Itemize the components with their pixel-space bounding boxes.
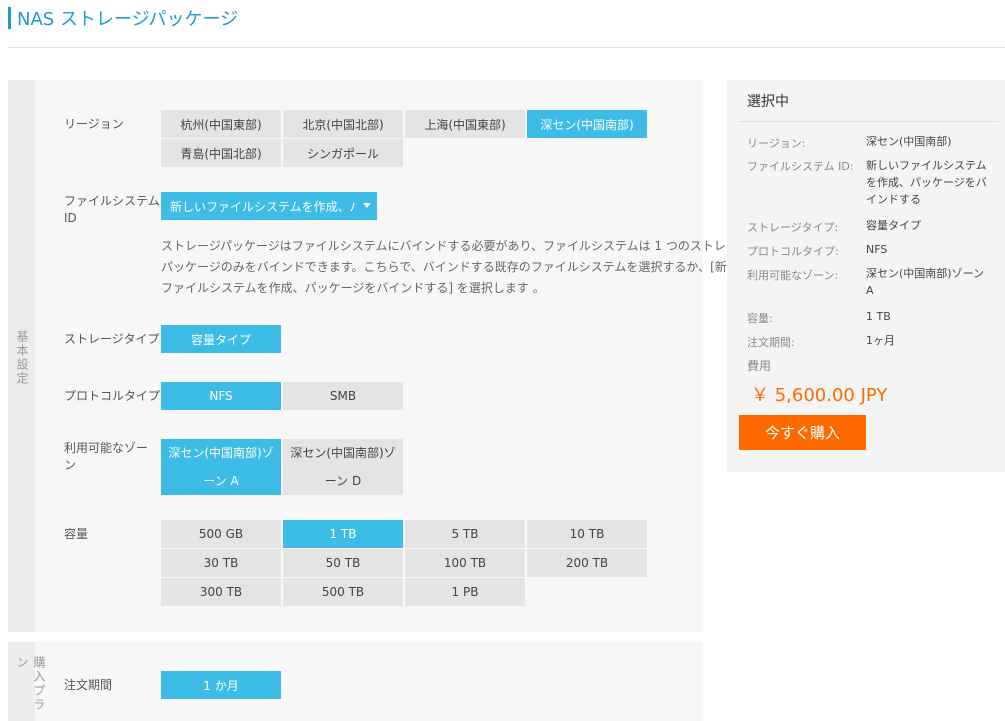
- summary-title: 選択中: [747, 94, 789, 110]
- filesystem-description: ストレージパッケージはファイルシステムにバインドする必要があり、ファイルシステム…: [161, 236, 751, 299]
- summary-divider: [739, 121, 999, 122]
- protocol-label: プロトコルタイプ: [64, 389, 161, 403]
- filesystem-label-line1: ファイルシステム: [64, 194, 160, 208]
- buy-now-button[interactable]: 今すぐ購入: [739, 415, 866, 450]
- storage-type-option-capacity[interactable]: 容量タイプ: [161, 325, 281, 353]
- summary-period-value: 1ヶ月: [866, 334, 895, 347]
- capacity-option-5tb[interactable]: 5 TB: [405, 520, 525, 548]
- capacity-option-1pb[interactable]: 1 PB: [405, 578, 525, 606]
- summary-capacity-value: 1 TB: [866, 310, 891, 323]
- capacity-option-50tb[interactable]: 50 TB: [283, 549, 403, 577]
- summary-region-value: 深セン(中国南部): [866, 135, 952, 148]
- summary-storage-type-value: 容量タイプ: [866, 219, 921, 232]
- summary-region-key: リージョン:: [747, 137, 806, 150]
- capacity-option-500gb[interactable]: 500 GB: [161, 520, 281, 548]
- zone-label-line1: 利用可能なゾー: [64, 441, 149, 455]
- summary-zone-value: 深セン(中国南部)ゾーン A: [866, 267, 985, 297]
- chevron-down-icon: [363, 203, 371, 208]
- header-divider: [8, 47, 1005, 48]
- filesystem-select[interactable]: 新しいファイルシステムを作成、パッケージをバインドする: [161, 192, 377, 220]
- capacity-option-1tb[interactable]: 1 TB: [283, 520, 403, 548]
- summary-protocol-key: プロトコルタイプ:: [747, 245, 839, 258]
- capacity-label: 容量: [64, 527, 89, 541]
- zone-label: 利用可能なゾー ン: [64, 440, 148, 474]
- capacity-option-300tb[interactable]: 300 TB: [161, 578, 281, 606]
- filesystem-select-value: 新しいファイルシステムを作成、パッケージをバインドする: [170, 199, 357, 214]
- capacity-option-10tb[interactable]: 10 TB: [527, 520, 647, 548]
- protocol-option-nfs[interactable]: NFS: [161, 382, 281, 410]
- basic-settings-label: 基本設定: [15, 330, 29, 386]
- capacity-option-500tb[interactable]: 500 TB: [283, 578, 403, 606]
- zone-option-a[interactable]: 深セン(中国南部)ゾーン A: [161, 439, 281, 495]
- capacity-option-200tb[interactable]: 200 TB: [527, 549, 647, 577]
- page-title: NAS ストレージパッケージ: [17, 9, 239, 30]
- capacity-option-100tb[interactable]: 100 TB: [405, 549, 525, 577]
- storage-type-label: ストレージタイプ: [64, 332, 160, 346]
- region-option-hangzhou[interactable]: 杭州(中国東部): [161, 110, 281, 138]
- period-label: 注文期間: [64, 678, 113, 692]
- region-label: リージョン: [64, 117, 124, 131]
- period-option-1month[interactable]: 1 か月: [161, 671, 281, 699]
- purchase-plan-label: 購入プラン: [15, 656, 46, 712]
- filesystem-label: ファイルシステム ID: [64, 193, 160, 227]
- summary-price: ￥ 5,600.00 JPY: [751, 385, 888, 406]
- summary-zone-key: 利用可能なゾーン:: [747, 269, 839, 282]
- page-header: NAS ストレージパッケージ: [8, 6, 238, 30]
- summary-fee-label: 費用: [747, 359, 772, 373]
- purchase-plan-panel: [8, 642, 703, 721]
- region-option-qingdao[interactable]: 青島(中国北部): [161, 139, 281, 167]
- region-option-beijing[interactable]: 北京(中国北部): [283, 110, 403, 138]
- selection-summary-panel: 選択中 リージョン: 深セン(中国南部) ファイルシステム ID: 新しいファイ…: [727, 80, 1005, 472]
- filesystem-label-line2: ID: [64, 211, 77, 225]
- summary-filesystem-value: 新しいファイルシステムを作成、パッケージをバインドする: [866, 159, 987, 206]
- capacity-option-30tb[interactable]: 30 TB: [161, 549, 281, 577]
- summary-filesystem-key: ファイルシステム ID:: [747, 160, 854, 173]
- region-option-shenzhen[interactable]: 深セン(中国南部): [527, 110, 647, 138]
- filesystem-description-line3: ファイルシステムを作成、パッケージをバインドする] を選択します 。: [161, 281, 545, 295]
- region-option-singapore[interactable]: シンガポール: [283, 139, 403, 167]
- title-accent-bar: [8, 7, 11, 29]
- zone-option-d[interactable]: 深セン(中国南部)ゾーン D: [283, 439, 403, 495]
- summary-capacity-key: 容量:: [747, 312, 773, 325]
- summary-period-key: 注文期間:: [747, 336, 795, 349]
- summary-protocol-value: NFS: [866, 243, 888, 256]
- filesystem-description-line2: パッケージのみをバインドできます。こちらで、バインドする既存のファイルシステムを…: [161, 260, 751, 274]
- summary-storage-type-key: ストレージタイプ:: [747, 221, 839, 234]
- filesystem-description-line1: ストレージパッケージはファイルシステムにバインドする必要があり、ファイルシステム…: [161, 239, 750, 253]
- zone-label-line2: ン: [64, 458, 77, 472]
- region-option-shanghai[interactable]: 上海(中国東部): [405, 110, 525, 138]
- protocol-option-smb[interactable]: SMB: [283, 382, 403, 410]
